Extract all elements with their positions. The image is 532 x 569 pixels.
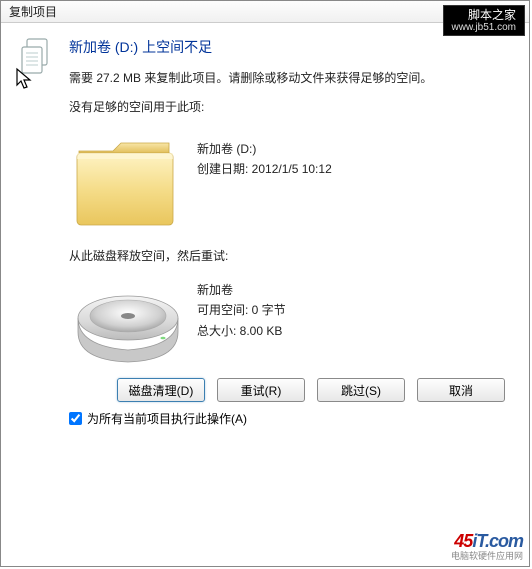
message-column: 新加卷 (D:) 上空间不足 需要 27.2 MB 来复制此项目。请删除或移动文…: [61, 37, 511, 125]
dialog-window: 复制项目: [0, 0, 530, 567]
watermark-top-url: www.jb51.com: [452, 22, 516, 34]
no-space-label: 没有足够的空间用于此项:: [69, 98, 511, 115]
cancel-button[interactable]: 取消: [417, 378, 505, 402]
heading: 新加卷 (D:) 上空间不足: [69, 37, 511, 57]
cursor-icon: [15, 67, 35, 91]
drive-free: 可用空间: 0 字节: [197, 300, 286, 320]
folder-block: 新加卷 (D:) 创建日期: 2012/1/5 10:12: [69, 133, 511, 233]
folder-created: 创建日期: 2012/1/5 10:12: [197, 159, 332, 179]
folder-info: 新加卷 (D:) 创建日期: 2012/1/5 10:12: [187, 133, 332, 180]
button-row: 磁盘清理(D) 重试(R) 跳过(S) 取消: [19, 378, 511, 402]
top-row: 新加卷 (D:) 上空间不足 需要 27.2 MB 来复制此项目。请删除或移动文…: [19, 37, 511, 125]
disk-cleanup-button[interactable]: 磁盘清理(D): [117, 378, 205, 402]
apply-all-row: 为所有当前项目执行此操作(A): [19, 410, 511, 427]
dialog-content: 新加卷 (D:) 上空间不足 需要 27.2 MB 来复制此项目。请删除或移动文…: [1, 23, 529, 437]
watermark-bottom: 45iT.com 电脑软硬件应用网: [451, 532, 523, 562]
skip-button[interactable]: 跳过(S): [317, 378, 405, 402]
free-space-label: 从此磁盘释放空间，然后重试:: [69, 247, 511, 264]
drive-icon: [69, 274, 187, 364]
message: 需要 27.2 MB 来复制此项目。请删除或移动文件来获得足够的空间。: [69, 69, 511, 86]
watermark-bottom-tag: 电脑软硬件应用网: [451, 552, 523, 562]
watermark-top: 脚本之家 www.jb51.com: [443, 5, 525, 36]
drive-total: 总大小: 8.00 KB: [197, 321, 286, 341]
drive-block: 新加卷 可用空间: 0 字节 总大小: 8.00 KB: [69, 274, 511, 364]
retry-button[interactable]: 重试(R): [217, 378, 305, 402]
window-title: 复制项目: [9, 3, 57, 20]
apply-all-checkbox[interactable]: [69, 412, 82, 425]
folder-name: 新加卷 (D:): [197, 139, 332, 159]
watermark-top-name: 脚本之家: [452, 8, 516, 22]
drive-info: 新加卷 可用空间: 0 字节 总大小: 8.00 KB: [187, 274, 286, 341]
copy-icon-wrap: [19, 37, 61, 80]
apply-all-label: 为所有当前项目执行此操作(A): [87, 410, 247, 427]
watermark-bottom-brand: 45iT.com: [451, 532, 523, 552]
folder-icon: [69, 133, 187, 233]
drive-name: 新加卷: [197, 280, 286, 300]
